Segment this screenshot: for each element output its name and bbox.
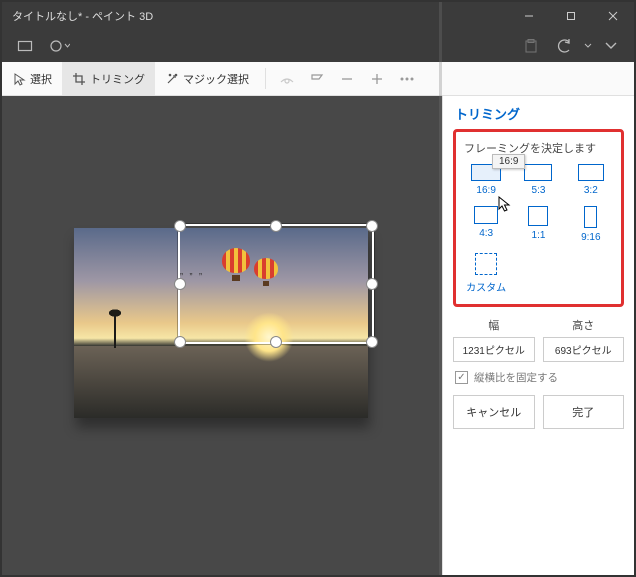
- tool-zoomin-icon[interactable]: [362, 62, 392, 95]
- framing-label: フレーミングを決定します: [464, 140, 615, 156]
- history-dropdown[interactable]: [582, 32, 594, 60]
- width-input[interactable]: 1231ピクセル: [453, 337, 535, 362]
- lock-aspect-checkbox[interactable]: ✓: [455, 371, 468, 384]
- crop-handle-w[interactable]: [174, 278, 186, 290]
- tool-rotate-icon[interactable]: [302, 62, 332, 95]
- aspect-5-3-label: 5:3: [532, 185, 546, 196]
- side-panel: トリミング フレーミングを決定します 16:9 16:9 5:3 3:: [442, 96, 634, 575]
- aspect-custom-label: カスタム: [466, 279, 506, 294]
- tool-select-label: 選択: [30, 71, 52, 87]
- tool-crop-label: トリミング: [90, 71, 145, 87]
- canvas-area[interactable]: „ „ „: [2, 96, 442, 575]
- height-input[interactable]: 693ピクセル: [543, 337, 625, 362]
- paste-button[interactable]: [514, 32, 548, 60]
- crop-handle-nw[interactable]: [174, 220, 186, 232]
- expand-panel-button[interactable]: [594, 32, 628, 60]
- main-area: „ „ „ トリミング フレーミングを決定します 16:9: [2, 96, 634, 575]
- framing-callout: フレーミングを決定します 16:9 16:9 5:3 3:2: [453, 129, 624, 307]
- app-window: タイトルなし* - ペイント 3D: [2, 2, 634, 575]
- aspect-16-9-label: 16:9: [476, 185, 495, 196]
- width-label: 幅: [488, 317, 499, 333]
- aspect-3-2-label: 3:2: [584, 185, 598, 196]
- lock-aspect-row[interactable]: ✓ 縦横比を固定する: [455, 370, 624, 385]
- aspect-custom[interactable]: カスタム: [462, 251, 510, 296]
- aspect-tooltip: 16:9: [492, 154, 525, 169]
- titlebar: タイトルなし* - ペイント 3D: [2, 2, 634, 30]
- close-button[interactable]: [592, 2, 634, 30]
- aspect-4-3[interactable]: 4:3: [462, 204, 510, 245]
- window-title: タイトルなし* - ペイント 3D: [12, 8, 153, 24]
- tool-magic-label: マジック選択: [183, 71, 249, 87]
- crop-handle-s[interactable]: [270, 336, 282, 348]
- maximize-button[interactable]: [550, 2, 592, 30]
- aspect-1-1[interactable]: 1:1: [514, 204, 562, 245]
- crop-handle-se[interactable]: [366, 336, 378, 348]
- aspect-9-16[interactable]: 9:16: [567, 204, 615, 245]
- tool-magic-select[interactable]: マジック選択: [155, 62, 259, 95]
- minimize-button[interactable]: [508, 2, 550, 30]
- height-label: 高さ: [572, 317, 594, 333]
- crop-handle-ne[interactable]: [366, 220, 378, 232]
- tool-3dview-icon[interactable]: [272, 62, 302, 95]
- tool-more-icon[interactable]: [392, 62, 422, 95]
- aspect-9-16-label: 9:16: [581, 232, 600, 243]
- tool-crop[interactable]: トリミング: [62, 62, 155, 95]
- crop-handle-e[interactable]: [366, 278, 378, 290]
- crop-handle-sw[interactable]: [174, 336, 186, 348]
- aspect-1-1-label: 1:1: [532, 230, 546, 241]
- toolbar: 選択 トリミング マジック選択: [2, 62, 634, 96]
- tool-zoomout-icon[interactable]: [332, 62, 362, 95]
- quickbar: [2, 30, 634, 62]
- cancel-button[interactable]: キャンセル: [453, 395, 535, 429]
- brush-dropdown[interactable]: [42, 32, 76, 60]
- done-button[interactable]: 完了: [543, 395, 625, 429]
- menu-button[interactable]: [8, 32, 42, 60]
- aspect-3-2[interactable]: 3:2: [567, 162, 615, 198]
- undo-button[interactable]: [548, 32, 582, 60]
- aspect-4-3-label: 4:3: [479, 228, 493, 239]
- crop-handle-n[interactable]: [270, 220, 282, 232]
- lock-aspect-label: 縦横比を固定する: [474, 370, 558, 385]
- crop-selection[interactable]: [178, 224, 374, 344]
- tool-select[interactable]: 選択: [2, 62, 62, 95]
- panel-title: トリミング: [455, 104, 624, 123]
